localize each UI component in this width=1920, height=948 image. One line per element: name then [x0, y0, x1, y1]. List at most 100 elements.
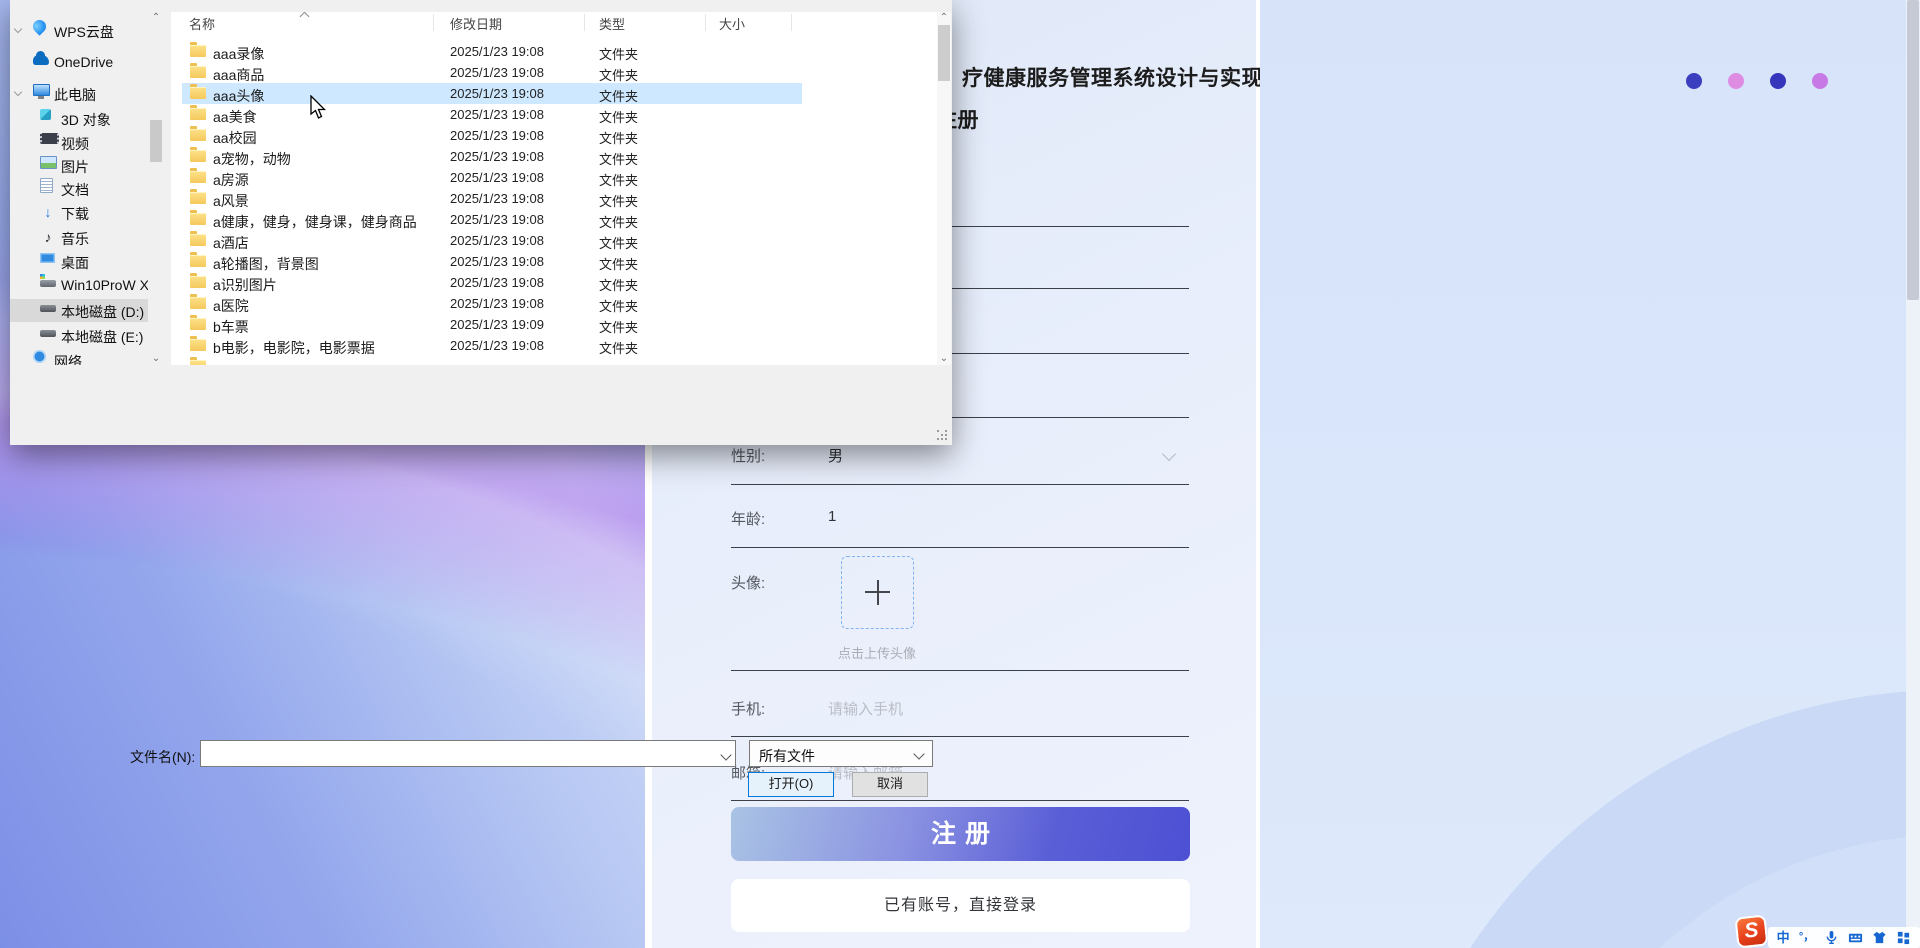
sidebar-item-onedrive[interactable]: OneDrive	[10, 51, 148, 74]
age-value[interactable]: 1	[828, 508, 836, 525]
sogou-input-logo[interactable]: S	[1734, 914, 1769, 948]
open-button[interactable]: 打开(O)	[748, 772, 834, 797]
resize-grip[interactable]	[937, 430, 947, 440]
sidebar-item-sysdrive[interactable]: Win10ProW X6	[10, 274, 148, 297]
file-row[interactable]: b电影，电影院，电影票据 2025/1/23 19:08 文件夹	[171, 335, 937, 356]
file-row[interactable]: a轮播图，背景图 2025/1/23 19:08 文件夹	[171, 251, 937, 272]
avatar-upload-box[interactable]	[841, 556, 914, 629]
page-scrollbar-thumb[interactable]	[1907, 0, 1919, 300]
file-list-scrollbar[interactable]: ⌃ ⌄	[937, 12, 951, 365]
filename-input[interactable]	[200, 740, 736, 767]
column-divider[interactable]	[433, 14, 434, 31]
file-row[interactable]: b车票 2025/1/23 19:09 文件夹	[171, 314, 937, 335]
microphone-icon[interactable]	[1824, 930, 1839, 945]
onedrive-icon	[33, 51, 49, 65]
sidebar-scrollbar[interactable]: ⌃ ⌄	[148, 12, 164, 365]
mouse-cursor	[310, 94, 330, 126]
toolbox-grid-icon[interactable]	[1896, 930, 1911, 945]
login-link-button[interactable]: 已有账号，直接登录	[731, 879, 1190, 932]
chevron-down-icon[interactable]	[13, 87, 23, 97]
sidebar-item-pictures[interactable]: 图片	[10, 154, 148, 177]
filetype-dropdown[interactable]: 所有文件	[749, 740, 933, 767]
file-name: a宠物，动物	[213, 151, 291, 167]
file-row[interactable]: aaa录像 2025/1/23 19:08 文件夹	[171, 41, 937, 62]
register-button[interactable]: 注册	[731, 807, 1190, 861]
column-divider[interactable]	[705, 14, 706, 31]
file-row[interactable]: aaa商品 2025/1/23 19:08 文件夹	[171, 62, 937, 83]
file-type: 文件夹	[599, 131, 639, 146]
folder-icon	[190, 315, 206, 330]
scroll-up-icon[interactable]: ⌃	[937, 12, 951, 24]
phone-label: 手机:	[731, 701, 766, 718]
column-divider[interactable]	[791, 14, 792, 31]
form-underline	[731, 800, 1189, 801]
file-row[interactable]: a医院 2025/1/23 19:08 文件夹	[171, 293, 937, 314]
sidebar-item-label: 下载	[61, 206, 89, 222]
file-date: 2025/1/23 19:08	[450, 338, 544, 353]
file-row[interactable]	[171, 356, 937, 365]
file-row[interactable]: aaa头像 2025/1/23 19:08 文件夹	[182, 83, 802, 104]
chevron-down-icon[interactable]	[13, 24, 23, 34]
sidebar-item-desktop[interactable]: 桌面	[10, 250, 148, 273]
sidebar-item-label: 此电脑	[54, 87, 96, 103]
folder-icon	[190, 210, 206, 225]
column-header-type[interactable]: 类型	[599, 14, 625, 33]
file-date: 2025/1/23 19:08	[450, 254, 544, 269]
page-scrollbar[interactable]	[1906, 0, 1920, 948]
sidebar-item-label: 本地磁盘 (D:)	[61, 304, 145, 320]
file-date: 2025/1/23 19:08	[450, 212, 544, 227]
file-row[interactable]: a风景 2025/1/23 19:08 文件夹	[171, 188, 937, 209]
file-date: 2025/1/23 19:08	[450, 86, 544, 101]
column-header-size[interactable]: 大小	[719, 14, 745, 33]
column-header-date[interactable]: 修改日期	[450, 14, 502, 33]
file-type: 文件夹	[599, 152, 639, 167]
scroll-down-icon[interactable]: ⌄	[937, 353, 951, 365]
file-list-scrollbar-thumb[interactable]	[938, 25, 950, 81]
sidebar-scrollbar-thumb[interactable]	[150, 120, 162, 162]
age-label: 年龄:	[731, 511, 766, 528]
page-decoration-panel	[1260, 0, 1906, 948]
column-divider[interactable]	[584, 14, 585, 31]
drive-icon	[40, 305, 56, 312]
ime-mode-chinese[interactable]: 中	[1777, 927, 1790, 948]
sidebar-item-label: 本地磁盘 (E:)	[61, 329, 144, 345]
sidebar-item-box3d[interactable]: 3D 对象	[10, 107, 148, 130]
column-header-name[interactable]: 名称	[189, 14, 215, 33]
file-row[interactable]: a酒店 2025/1/23 19:08 文件夹	[171, 230, 937, 251]
folder-icon	[190, 126, 206, 141]
file-row[interactable]: a房源 2025/1/23 19:08 文件夹	[171, 167, 937, 188]
chevron-down-icon[interactable]	[1161, 446, 1177, 462]
sidebar-item-network[interactable]: 网络	[10, 349, 148, 365]
gender-value[interactable]: 男	[828, 445, 843, 466]
file-date: 2025/1/23 19:08	[450, 233, 544, 248]
cancel-button[interactable]: 取消	[852, 772, 928, 797]
file-name: a轮播图，背景图	[213, 256, 319, 272]
file-type: 文件夹	[599, 320, 639, 335]
sidebar-item-drive[interactable]: 本地磁盘 (D:)	[10, 299, 148, 322]
file-date: 2025/1/23 19:08	[450, 296, 544, 311]
decorative-dot	[1686, 73, 1702, 89]
sidebar-item-wps[interactable]: WPS云盘	[10, 19, 148, 42]
ime-punctuation-icon[interactable]: °，	[1799, 927, 1814, 948]
sidebar-item-monitor[interactable]: 此电脑	[10, 82, 148, 105]
file-row[interactable]: aa校园 2025/1/23 19:08 文件夹	[171, 125, 937, 146]
sidebar-item-music[interactable]: ♪ 音乐	[10, 226, 148, 249]
form-underline	[731, 670, 1189, 671]
open-file-dialog: WPS云盘 OneDrive 此电脑 3D 对象 视频 图片 文档 ↓ 下载 ♪ 音乐桌面 Win10…	[10, 0, 952, 797]
file-row[interactable]: a识别图片 2025/1/23 19:08 文件夹	[171, 272, 937, 293]
sidebar-item-label: 桌面	[61, 255, 89, 271]
scroll-up-icon[interactable]: ⌃	[148, 12, 164, 24]
sidebar-item-drive[interactable]: 本地磁盘 (E:)	[10, 324, 148, 347]
skin-shirt-icon[interactable]	[1872, 930, 1887, 945]
screen: 疗健康服务管理系统设计与实现 注册 性别: 男 年龄: 1 头像: 点击上传头像…	[0, 0, 1920, 948]
phone-field[interactable]: 请输入手机	[828, 698, 903, 719]
file-row[interactable]: a宠物，动物 2025/1/23 19:08 文件夹	[171, 146, 937, 167]
sidebar-item-downloads[interactable]: ↓ 下载	[10, 201, 148, 224]
scroll-down-icon[interactable]: ⌄	[148, 353, 164, 365]
keyboard-icon[interactable]	[1848, 930, 1863, 945]
sidebar-item-documents[interactable]: 文档	[10, 177, 148, 200]
file-row[interactable]: a健康，健身，健身课，健身商品 2025/1/23 19:08 文件夹	[171, 209, 937, 230]
sidebar-item-label: Win10ProW X6	[61, 277, 148, 293]
file-row[interactable]: aa美食 2025/1/23 19:08 文件夹	[171, 104, 937, 125]
sidebar-item-videos[interactable]: 视频	[10, 131, 148, 154]
